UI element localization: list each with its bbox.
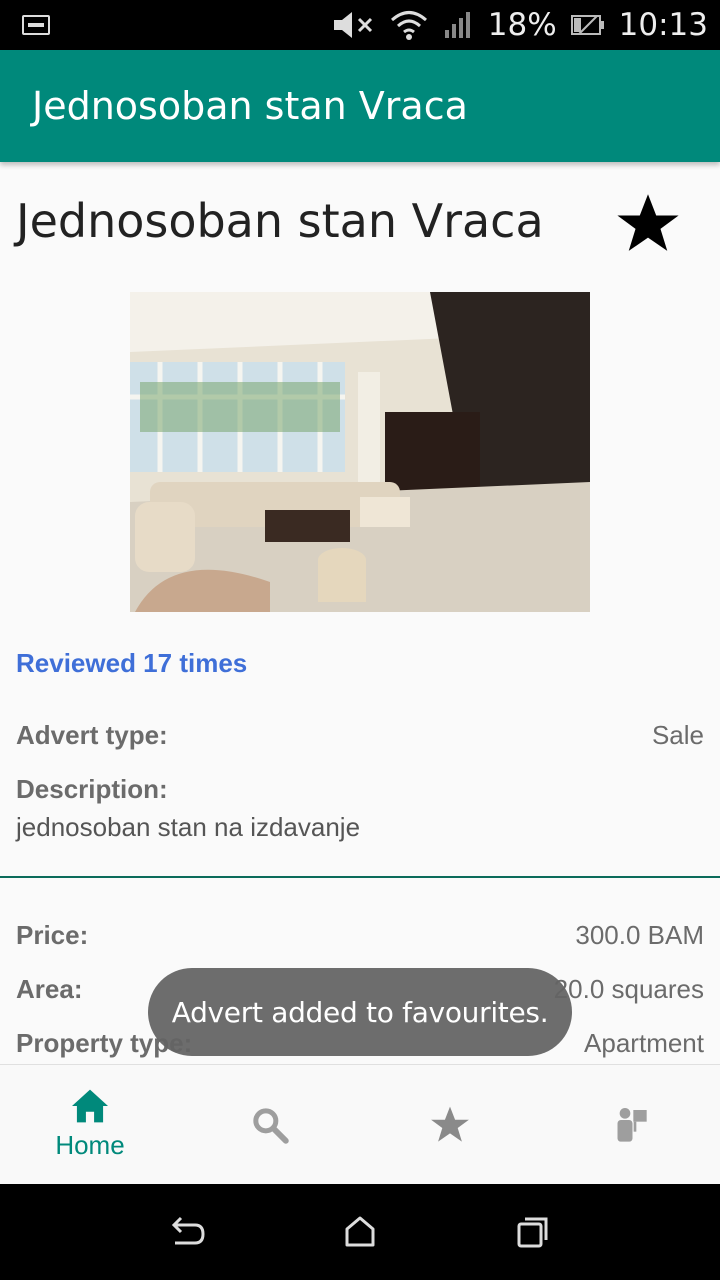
description-label: Description: <box>16 774 168 804</box>
listing-title: Jednosoban stan Vraca <box>16 194 544 248</box>
star-icon <box>431 1106 469 1142</box>
app-bar-title: Jednosoban stan Vraca <box>32 84 468 128</box>
advert-type-label: Advert type: <box>16 720 168 750</box>
status-icons: 18% 10:13 <box>332 7 708 43</box>
home-outline-icon <box>345 1216 375 1247</box>
recents-button[interactable] <box>503 1202 563 1262</box>
app-bar: Jednosoban stan Vraca <box>0 50 720 162</box>
agent-icon <box>617 1107 647 1142</box>
notification-image-icon <box>22 15 50 35</box>
back-button[interactable] <box>157 1202 217 1262</box>
price-value: 300.0 BAM <box>575 920 704 950</box>
price-label: Price: <box>16 920 89 950</box>
nav-home[interactable]: Home <box>0 1065 180 1184</box>
living-room-image <box>130 292 590 612</box>
description-text: jednosoban stan na izdavanje <box>16 812 361 842</box>
property-type-value: Apartment <box>584 1028 704 1058</box>
area-value: 20.0 squares <box>553 974 704 1004</box>
wifi-icon <box>390 11 427 40</box>
bottom-navigation: Home <box>0 1064 720 1184</box>
nav-search[interactable] <box>180 1065 360 1184</box>
price-row: Price: 300.0 BAM <box>16 920 704 951</box>
home-button[interactable] <box>330 1202 390 1262</box>
area-label: Area: <box>16 974 83 1004</box>
clock: 10:13 <box>618 7 708 43</box>
search-icon <box>253 1107 289 1144</box>
back-icon <box>171 1216 205 1245</box>
mute-icon <box>333 12 372 38</box>
star-icon[interactable] <box>614 190 682 258</box>
advert-type-row: Advert type: Sale <box>16 720 704 751</box>
home-icon <box>72 1089 108 1123</box>
battery-icon <box>570 15 604 35</box>
review-count: Reviewed 17 times <box>16 648 248 678</box>
nav-favourites[interactable] <box>360 1065 540 1184</box>
recents-icon <box>517 1217 548 1248</box>
system-navigation <box>0 1184 720 1280</box>
signal-icon <box>444 12 470 38</box>
advert-details[interactable]: Jednosoban stan Vraca Reviewed 17 times … <box>0 162 720 1064</box>
listing-photo[interactable] <box>130 292 590 612</box>
toast-message: Advert added to favourites. <box>148 968 572 1056</box>
status-bar: 18% 10:13 <box>0 0 720 50</box>
advert-type-value: Sale <box>651 720 704 750</box>
nav-home-label: Home <box>55 1130 125 1160</box>
nav-agent[interactable] <box>540 1065 720 1184</box>
battery-percent: 18% <box>487 7 557 43</box>
divider <box>0 876 720 878</box>
